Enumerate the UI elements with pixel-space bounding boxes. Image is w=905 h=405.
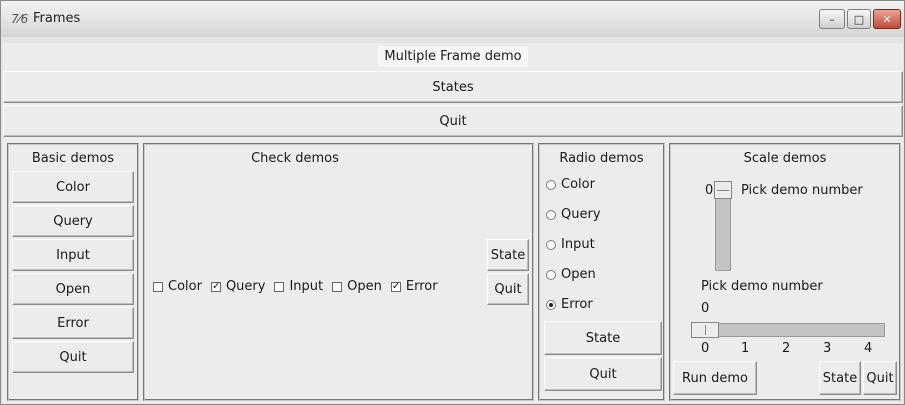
scale-tick-2: 2 xyxy=(782,341,791,356)
run-demo-button[interactable]: Run demo xyxy=(673,361,757,395)
checkbox-input[interactable] xyxy=(274,281,285,292)
check-state-button[interactable]: State xyxy=(487,239,529,271)
check-color[interactable]: Color xyxy=(153,279,202,294)
radio-input[interactable]: Input xyxy=(546,237,595,252)
minimize-icon: – xyxy=(829,12,835,26)
basic-quit-button[interactable]: Quit xyxy=(12,341,134,373)
check-demos-title: Check demos xyxy=(251,151,339,166)
radio-button-color[interactable] xyxy=(546,179,556,190)
radio-input-label: Input xyxy=(561,237,595,252)
radio-error[interactable]: Error xyxy=(546,297,593,312)
client-area: Multiple Frame demo States Quit Basic de… xyxy=(3,43,903,403)
checkbox-color[interactable] xyxy=(153,281,163,292)
states-button[interactable]: States xyxy=(3,71,903,103)
check-options: Color ✓ Query Input Open ✓ Error xyxy=(153,279,447,294)
check-demos-frame: Check demos Color ✓ Query Input Open ✓ E… xyxy=(143,143,534,401)
radio-demos-title: Radio demos xyxy=(559,151,644,166)
check-input[interactable]: Input xyxy=(274,279,323,294)
basic-error-button[interactable]: Error xyxy=(12,307,134,339)
horizontal-scale-trough[interactable] xyxy=(691,323,885,337)
quit-button[interactable]: Quit xyxy=(3,105,903,137)
window-title: Frames xyxy=(33,11,81,26)
check-query[interactable]: ✓ Query xyxy=(210,279,266,294)
scale-tick-3: 3 xyxy=(823,341,832,356)
checkbox-error[interactable]: ✓ xyxy=(390,281,401,292)
feather-icon: 7⁄6 xyxy=(11,12,29,26)
heading: Multiple Frame demo xyxy=(3,43,903,69)
radio-query-label: Query xyxy=(561,207,601,222)
check-open[interactable]: Open xyxy=(332,279,382,294)
radio-quit-button[interactable]: Quit xyxy=(544,357,662,391)
title-bar[interactable]: 7⁄6 Frames – □ ✕ xyxy=(1,1,904,37)
frames-window: 7⁄6 Frames – □ ✕ Multiple Frame demo Sta… xyxy=(0,0,905,405)
radio-demos-frame: Radio demos Color Query Input Open Error xyxy=(538,143,665,401)
scale-tick-1: 1 xyxy=(741,341,750,356)
scale-tick-0: 0 xyxy=(701,341,710,356)
radio-open[interactable]: Open xyxy=(546,267,596,282)
maximize-button[interactable]: □ xyxy=(847,9,871,29)
check-error-label: Error xyxy=(405,279,438,294)
basic-query-button[interactable]: Query xyxy=(12,205,134,237)
radio-button-open[interactable] xyxy=(546,269,556,280)
radio-open-label: Open xyxy=(561,267,596,282)
scale-tick-4: 4 xyxy=(864,341,873,356)
radio-button-error[interactable] xyxy=(546,299,556,310)
check-color-label: Color xyxy=(168,279,202,294)
radio-color-label: Color xyxy=(561,177,595,192)
checkbox-query[interactable]: ✓ xyxy=(210,281,221,292)
basic-color-button[interactable]: Color xyxy=(12,171,134,203)
vertical-scale-label: Pick demo number xyxy=(741,183,863,198)
radio-error-label: Error xyxy=(561,297,593,312)
minimize-button[interactable]: – xyxy=(819,9,845,29)
check-quit-button[interactable]: Quit xyxy=(487,273,529,305)
close-icon: ✕ xyxy=(882,12,892,26)
check-error[interactable]: ✓ Error xyxy=(390,279,438,294)
radio-state-button[interactable]: State xyxy=(544,321,662,355)
page-title: Multiple Frame demo xyxy=(378,45,528,67)
basic-open-button[interactable]: Open xyxy=(12,273,134,305)
radio-color[interactable]: Color xyxy=(546,177,595,192)
horizontal-scale-value: 0 xyxy=(701,301,710,316)
maximize-icon: □ xyxy=(853,12,865,26)
check-query-label: Query xyxy=(225,279,266,294)
check-open-label: Open xyxy=(347,279,382,294)
horizontal-scale-label: Pick demo number xyxy=(701,279,823,294)
vertical-scale-value: 0 xyxy=(705,183,714,198)
radio-button-query[interactable] xyxy=(546,209,556,220)
scale-state-button[interactable]: State xyxy=(819,361,861,395)
basic-demos-title: Basic demos xyxy=(31,151,115,166)
vertical-scale-slider[interactable] xyxy=(714,181,732,199)
scale-demos-frame: Scale demos 0 Pick demo number Pick demo… xyxy=(669,143,901,401)
basic-demos-frame: Basic demos Color Query Input Open Error… xyxy=(7,143,139,401)
basic-input-button[interactable]: Input xyxy=(12,239,134,271)
checkbox-open[interactable] xyxy=(332,281,343,292)
scale-demos-title: Scale demos xyxy=(743,151,827,166)
radio-button-input[interactable] xyxy=(546,239,556,250)
horizontal-scale-slider[interactable] xyxy=(691,322,719,338)
radio-query[interactable]: Query xyxy=(546,207,601,222)
check-input-label: Input xyxy=(289,279,324,294)
close-button[interactable]: ✕ xyxy=(873,9,901,29)
scale-quit-button[interactable]: Quit xyxy=(863,361,897,395)
